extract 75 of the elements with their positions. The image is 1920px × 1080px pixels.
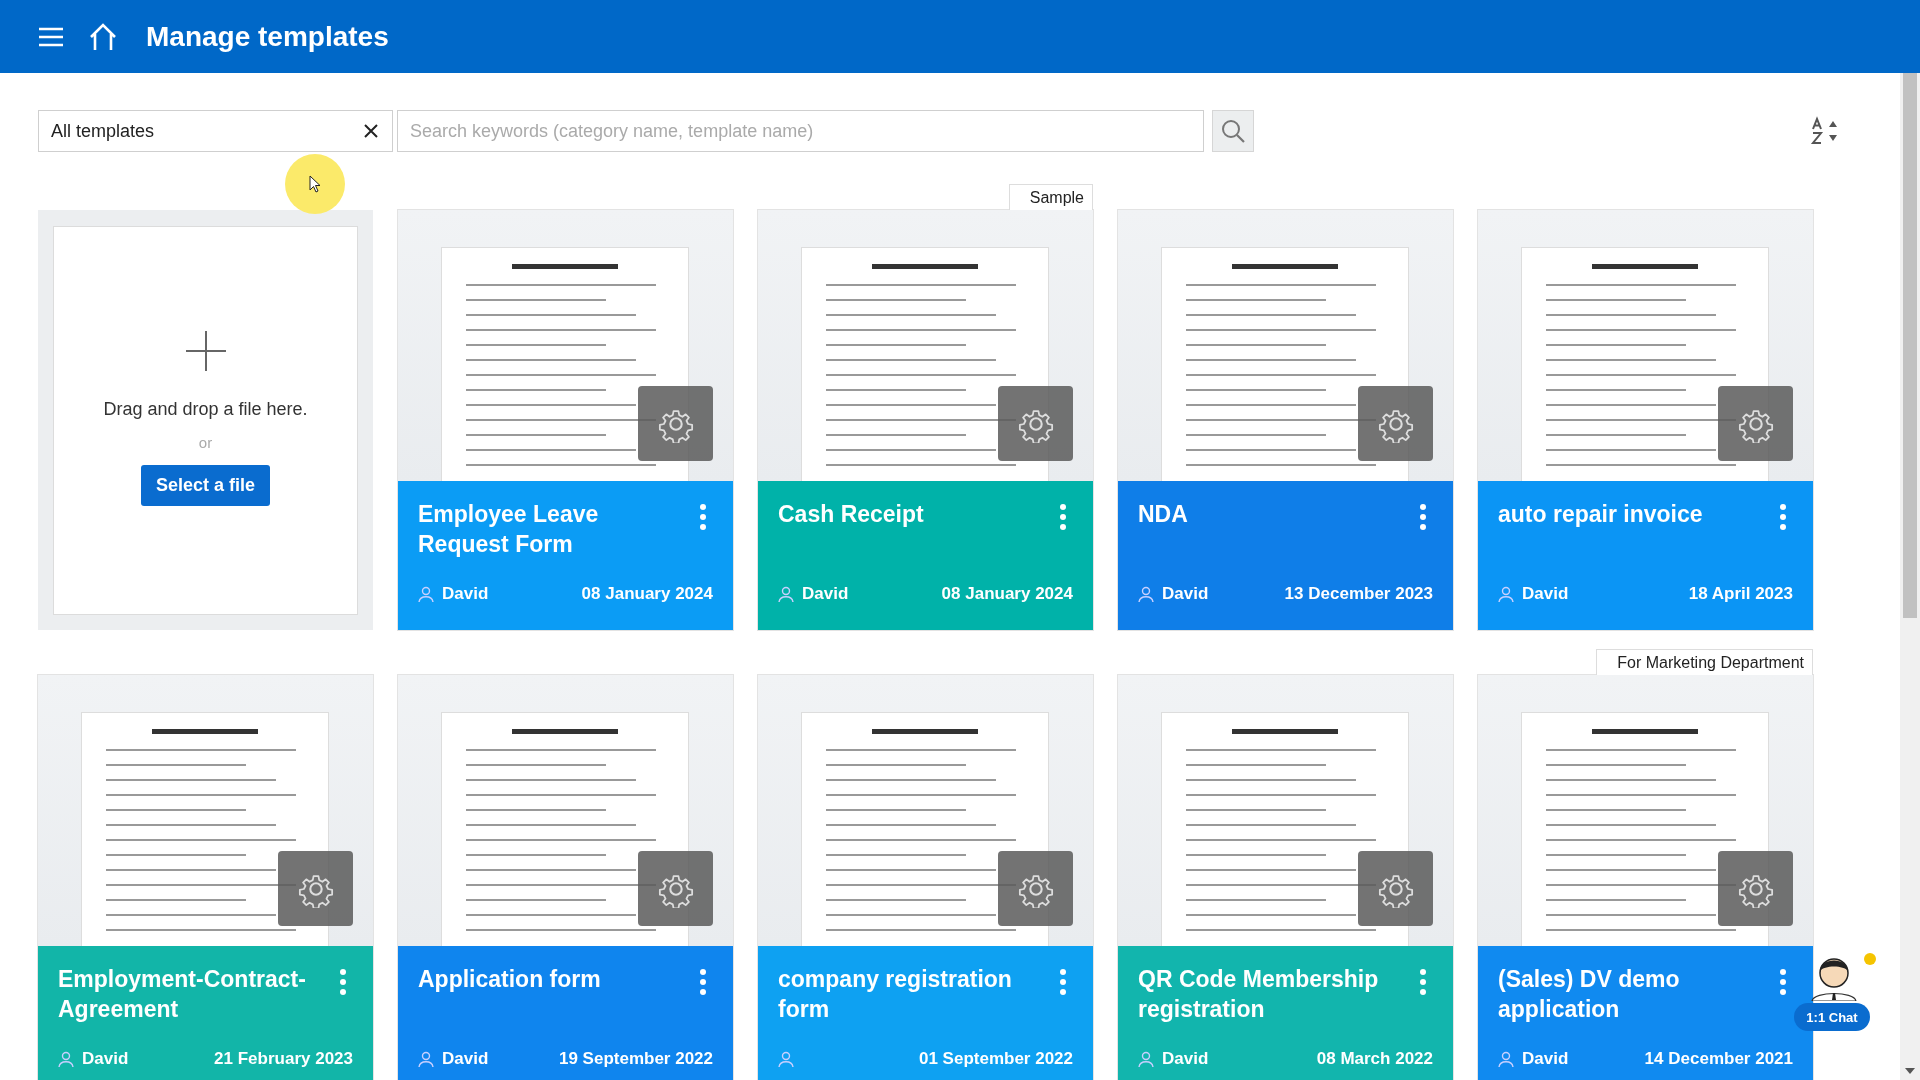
user-icon (58, 1051, 74, 1067)
category-tag: Sample (1008, 184, 1093, 210)
more-icon[interactable] (1059, 503, 1067, 531)
author-name: David (1162, 1049, 1209, 1069)
template-title: Employment-Contract-Agreement (58, 965, 307, 1024)
pointer-icon (309, 175, 321, 193)
author-name: David (1162, 584, 1209, 604)
template-date: 08 January 2024 (581, 584, 713, 604)
author-name: David (442, 1049, 489, 1069)
settings-button[interactable] (998, 386, 1073, 461)
template-title: (Sales) DV demo application (1498, 965, 1681, 1024)
settings-button[interactable] (278, 851, 353, 926)
template-date: 19 September 2022 (558, 1049, 713, 1069)
more-icon[interactable] (1419, 503, 1427, 531)
or-separator: or (198, 434, 213, 451)
author-name: David (1522, 584, 1569, 604)
menu-icon[interactable] (38, 26, 64, 47)
drop-zone[interactable]: Drag and drop a file here. or Select a file (53, 226, 358, 615)
search-icon (1220, 118, 1246, 144)
settings-button[interactable] (1358, 386, 1433, 461)
template-date: 14 December 2021 (1644, 1049, 1793, 1069)
user-icon (418, 586, 434, 602)
template-title: Cash Receipt (778, 500, 924, 529)
user-icon (778, 1051, 794, 1067)
user-icon (1498, 1051, 1514, 1067)
more-icon[interactable] (1419, 968, 1427, 996)
chat-button[interactable]: 1:1 Chat (1794, 1003, 1870, 1031)
template-date: 01 September 2022 (918, 1049, 1073, 1069)
template-title: auto repair invoice (1498, 500, 1703, 529)
more-icon[interactable] (1059, 968, 1067, 996)
scrollbar-thumb[interactable] (1903, 73, 1917, 618)
clear-icon[interactable] (364, 124, 378, 138)
scrollbar[interactable] (1900, 73, 1920, 1080)
user-icon (418, 1051, 434, 1067)
page-title: Manage templates (146, 20, 389, 53)
user-icon (1138, 586, 1154, 602)
category-field[interactable]: All templates (38, 110, 393, 152)
template-date: 13 December 2023 (1284, 584, 1433, 604)
select-file-button[interactable]: Select a file (140, 465, 271, 506)
more-icon[interactable] (699, 968, 707, 996)
drop-prompt: Drag and drop a file here. (103, 399, 308, 420)
template-date: 21 February 2023 (214, 1049, 353, 1069)
notification-dot (1864, 953, 1876, 965)
template-date: 08 March 2022 (1316, 1049, 1433, 1069)
search-field[interactable]: Search keywords (category name, template name) (397, 110, 1204, 152)
search-button[interactable] (1212, 110, 1254, 152)
template-title: Application form (418, 965, 601, 994)
more-icon[interactable] (1779, 968, 1787, 996)
settings-button[interactable] (1358, 851, 1433, 926)
author-name: David (802, 584, 849, 604)
template-date: 08 January 2024 (941, 584, 1073, 604)
more-icon[interactable] (1779, 503, 1787, 531)
settings-button[interactable] (638, 386, 713, 461)
author-name: David (1522, 1049, 1569, 1069)
scroll-down-icon[interactable] (1905, 1068, 1915, 1074)
template-title: company registration form (778, 965, 1013, 1024)
template-date: 18 April 2023 (1688, 584, 1793, 604)
sort-icon[interactable] (1810, 116, 1840, 146)
user-icon (778, 586, 794, 602)
author-name: David (82, 1049, 129, 1069)
author-name: David (442, 584, 489, 604)
more-icon[interactable] (699, 503, 707, 531)
settings-button[interactable] (998, 851, 1073, 926)
template-title: NDA (1138, 500, 1188, 529)
template-title: QR Code Membership registration (1138, 965, 1380, 1024)
more-icon[interactable] (339, 968, 347, 996)
settings-button[interactable] (1718, 386, 1793, 461)
category-tag: For Marketing Department (1596, 649, 1813, 675)
settings-button[interactable] (1718, 851, 1793, 926)
plus-icon (185, 331, 226, 371)
user-icon (1498, 586, 1514, 602)
user-icon (1138, 1051, 1154, 1067)
settings-button[interactable] (638, 851, 713, 926)
home-icon[interactable] (88, 22, 118, 51)
template-title: Employee Leave Request Form (418, 500, 600, 559)
